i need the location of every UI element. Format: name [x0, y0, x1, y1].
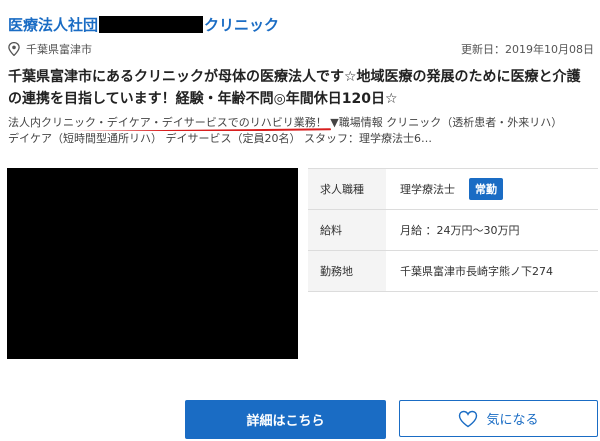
info-row-location: 勤務地 千葉県富津市長崎字熊ノ下274 [308, 251, 598, 292]
work-location-value: 千葉県富津市長崎字熊ノ下274 [400, 265, 553, 278]
heart-outline-icon [459, 410, 478, 427]
redacted-name [99, 16, 204, 33]
job-value: 理学療法士 [400, 183, 455, 196]
location-text: 千葉県富津市 [26, 43, 92, 56]
summary-highlight: 法人内クリニック・デイケア・デイサービスでのリハビリ業務！ [8, 116, 327, 129]
clinic-title-prefix: 医療法人社団 [8, 16, 99, 34]
work-location-label: 勤務地 [308, 251, 386, 291]
employment-type-badge: 常勤 [469, 178, 503, 200]
job-label: 求人職種 [308, 169, 386, 209]
clinic-title-suffix: クリニック [204, 16, 280, 34]
clinic-title[interactable]: 医療法人社団 クリニック [8, 14, 279, 35]
summary-line1-rest: ▼職場情報 クリニック（透析患者・外来リハ） [330, 116, 563, 129]
clinic-photo-redacted [7, 168, 298, 359]
salary-value: 月給 ：24万円～30万円 [400, 224, 520, 237]
updated-date: 更新日：2019年10月08日 [461, 43, 594, 56]
salary-label: 給料 [308, 210, 386, 250]
info-row-job: 求人職種 理学療法士 常勤 [308, 169, 598, 210]
job-info-table: 求人職種 理学療法士 常勤 給料 月給 ：24万円～30万円 勤務地 千葉県富津… [308, 168, 598, 292]
job-summary: 法人内クリニック・デイケア・デイサービスでのリハビリ業務！ ▼職場情報 クリニッ… [8, 115, 594, 147]
summary-line2: デイケア（短時間型通所リハ） デイサービス（定員20名） スタッフ：理学療法士6… [8, 132, 432, 145]
map-pin-icon [8, 42, 20, 56]
favorite-button[interactable]: 気になる [399, 400, 598, 437]
info-row-salary: 給料 月給 ：24万円～30万円 [308, 210, 598, 251]
location-row: 千葉県富津市 更新日：2019年10月08日 [8, 41, 594, 57]
details-button[interactable]: 詳細はこちら [185, 400, 386, 439]
favorite-label: 気になる [486, 413, 539, 428]
job-headline: 千葉県富津市にあるクリニックが母体の医療法人です☆地域医療の発展のために医療と介… [8, 69, 581, 107]
